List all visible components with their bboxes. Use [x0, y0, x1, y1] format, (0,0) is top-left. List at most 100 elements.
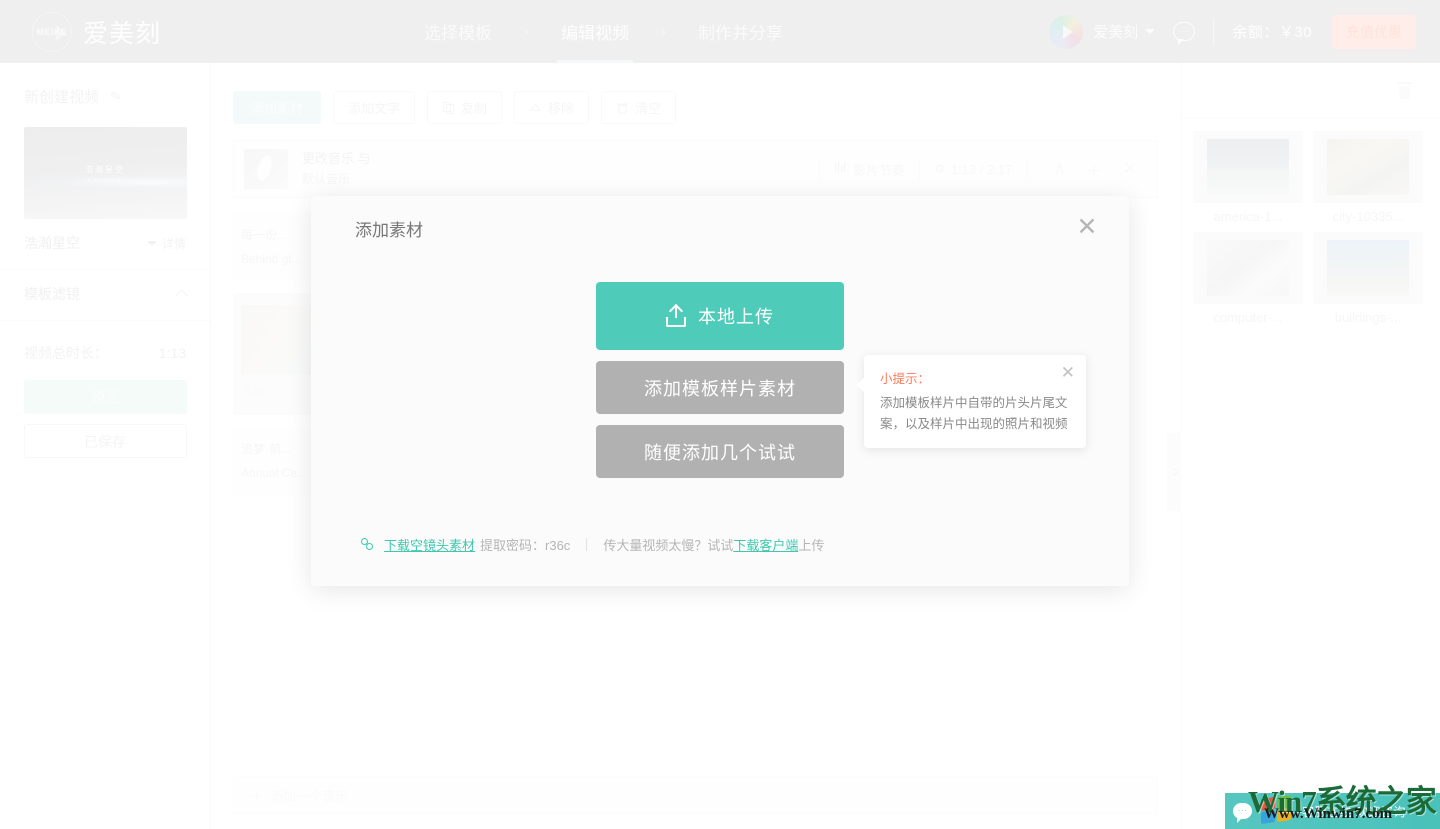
- add-material-dialog: 添加素材 ✕ 本地上传 添加模板样片素材 随便添加几个试试 ✕ 小提示： 添加模…: [311, 196, 1129, 586]
- default-music-label: 默认音乐: [302, 171, 351, 186]
- app-header: MEIKE 爱美刻 选择模板 › 编辑视频 › 制作并分享 爱美刻 ··· 余额…: [0, 0, 1440, 63]
- clear-label: 清空: [635, 101, 662, 116]
- thumbnail-image: [1207, 139, 1289, 195]
- music-time-label: 1:13 / 2:17: [950, 161, 1013, 177]
- material-label: buildings-...: [1334, 310, 1402, 325]
- right-panel-header: [1181, 63, 1440, 118]
- remove-label: 移除: [548, 101, 575, 116]
- template-filter-label: 模板滤镜: [24, 286, 80, 302]
- media-duration: 3.6s: [243, 384, 266, 398]
- plus-icon: ＋: [250, 788, 264, 804]
- thumbnail-image: [1327, 240, 1409, 296]
- project-title: 新创建视频: [24, 89, 100, 106]
- download-client-link[interactable]: 下载客户端: [733, 535, 798, 554]
- template-filter-row[interactable]: 模板滤镜: [0, 270, 210, 321]
- film-rhythm-button[interactable]: 影片节奏: [820, 160, 919, 179]
- add-template-sample-button[interactable]: 添加模板样片素材: [596, 361, 844, 414]
- music-bar-controls: 影片节奏 1:13 / 2:17 ∧ ＋ ✕: [818, 157, 1157, 182]
- close-icon[interactable]: ✕: [1073, 213, 1101, 241]
- dialog-title: 添加素材: [355, 221, 423, 240]
- gear-icon: [934, 162, 945, 177]
- remove-button[interactable]: 移除: [514, 91, 590, 124]
- copy-icon: [442, 101, 455, 114]
- material-thumbnail: [1313, 232, 1423, 304]
- customer-service-label: 客服在线 欢迎咨询: [1302, 804, 1406, 819]
- plus-icon[interactable]: ＋: [1086, 157, 1103, 182]
- brand-name: 爱美刻: [83, 19, 162, 48]
- film-rhythm-label: 影片节奏: [852, 162, 905, 178]
- change-music-row[interactable]: 更改音乐 与: [302, 149, 371, 170]
- chat-bubble-icon: ···: [1233, 803, 1252, 823]
- material-item[interactable]: america-1...: [1193, 131, 1303, 224]
- cloud-remove-icon: [529, 101, 542, 114]
- nav-step-edit-video[interactable]: 编辑视频: [557, 0, 633, 63]
- material-item[interactable]: computer-...: [1193, 232, 1303, 325]
- download-footage-link[interactable]: 下载空镜头素材: [384, 535, 475, 554]
- equalizer-icon: [834, 161, 847, 177]
- brand-logo-group[interactable]: MEIKE 爱美刻: [32, 11, 162, 52]
- chevron-up-icon: [175, 289, 188, 302]
- play-triangle-icon: [56, 24, 66, 41]
- left-sidebar: 新创建视频 ✎ 浩瀚星空 星光灿烂之夜 浩瀚星空 详情 模板滤镜 视频总时长： …: [0, 63, 211, 829]
- recharge-button[interactable]: 充值优惠: [1332, 14, 1416, 49]
- thumbnail-subtitle: 星光灿烂之夜: [87, 176, 123, 182]
- editor-toolbar: 添加素材 添加文字 复制 移除 清空: [233, 91, 677, 124]
- windows-logo-icon: [1260, 795, 1294, 826]
- nav-step-select-template[interactable]: 选择模板: [420, 0, 496, 63]
- add-text-button[interactable]: 添加文字: [333, 91, 416, 124]
- panel-collapse-handle[interactable]: [1167, 433, 1181, 511]
- add-music-button[interactable]: ＋ 添加一个音乐: [233, 776, 1158, 814]
- local-upload-button[interactable]: 本地上传: [596, 282, 844, 350]
- template-name-row: 浩瀚星空 详情: [0, 219, 210, 270]
- material-thumbnail: [1313, 131, 1423, 203]
- dialog-action-buttons: 本地上传 添加模板样片素材 随便添加几个试试: [596, 282, 844, 489]
- local-upload-label: 本地上传: [698, 307, 774, 327]
- add-random-samples-button[interactable]: 随便添加几个试试: [596, 425, 844, 478]
- upload-icon: [666, 305, 686, 327]
- material-grid: america-1... city-10335... computer-... …: [1181, 118, 1440, 325]
- nav-step-produce-share[interactable]: 制作并分享: [694, 0, 787, 63]
- add-material-button[interactable]: 添加素材: [233, 91, 322, 124]
- user-name[interactable]: 爱美刻: [1093, 21, 1138, 42]
- material-label: america-1...: [1213, 209, 1283, 224]
- material-label: city-10335...: [1332, 209, 1404, 224]
- total-duration-row: 视频总时长： 1:13: [0, 321, 210, 377]
- upload-suffix-text: 上传: [798, 538, 825, 553]
- tooltip-body: 添加模板样片中自带的片头片尾文案，以及样片中出现的照片和视频: [880, 396, 1068, 431]
- pencil-icon[interactable]: ✎: [108, 87, 123, 106]
- music-time-display: 1:13 / 2:17: [920, 162, 1026, 177]
- trash-icon[interactable]: [1397, 81, 1412, 99]
- clear-button[interactable]: 清空: [601, 91, 677, 124]
- music-action-icons: ∧ ＋ ✕: [1027, 157, 1157, 182]
- dialog-footer: 下载空镜头素材 提取密码：r36c 传大量视频太慢？试试 下载客户端 上传: [361, 535, 824, 554]
- chevron-right-icon: [1169, 467, 1179, 477]
- close-icon[interactable]: ✕: [1061, 364, 1075, 381]
- material-thumbnail: [1193, 232, 1303, 304]
- avatar[interactable]: [1049, 14, 1084, 49]
- message-bubble-icon[interactable]: ···: [1173, 22, 1196, 45]
- avatar-play-icon: [1062, 24, 1073, 39]
- material-item[interactable]: buildings-...: [1313, 232, 1423, 325]
- tooltip-title: 小提示：: [880, 372, 931, 386]
- header-right-group: 爱美刻 ··· 余额：￥30 充值优惠: [1049, 0, 1416, 63]
- close-icon[interactable]: ✕: [1123, 159, 1137, 179]
- trash-icon: [616, 101, 629, 114]
- change-music-label: 更改音乐: [302, 151, 355, 166]
- saved-button[interactable]: 已保存: [23, 424, 187, 458]
- template-detail-toggle[interactable]: 详情: [146, 235, 186, 252]
- template-name: 浩瀚星空: [24, 235, 80, 251]
- preview-button[interactable]: 预览: [23, 380, 187, 414]
- customer-service-widget[interactable]: ··· 客服在线 欢迎咨询: [1225, 793, 1440, 829]
- thumbnail-image: [1207, 240, 1289, 296]
- material-thumbnail: [1193, 131, 1303, 203]
- chevron-up-icon[interactable]: ∧: [1053, 159, 1065, 179]
- balance-label: 余额：￥30: [1232, 24, 1312, 41]
- music-text-group: 更改音乐 与 默认音乐: [302, 149, 371, 189]
- chevron-down-icon[interactable]: [1145, 29, 1156, 34]
- add-music-label: 添加一个音乐: [270, 788, 349, 804]
- extract-password-text: 提取密码：r36c: [480, 538, 571, 553]
- template-detail-label: 详情: [161, 236, 186, 251]
- copy-button[interactable]: 复制: [427, 91, 503, 124]
- template-preview-thumbnail[interactable]: 浩瀚星空 星光灿烂之夜: [23, 127, 187, 219]
- material-item[interactable]: city-10335...: [1313, 131, 1423, 224]
